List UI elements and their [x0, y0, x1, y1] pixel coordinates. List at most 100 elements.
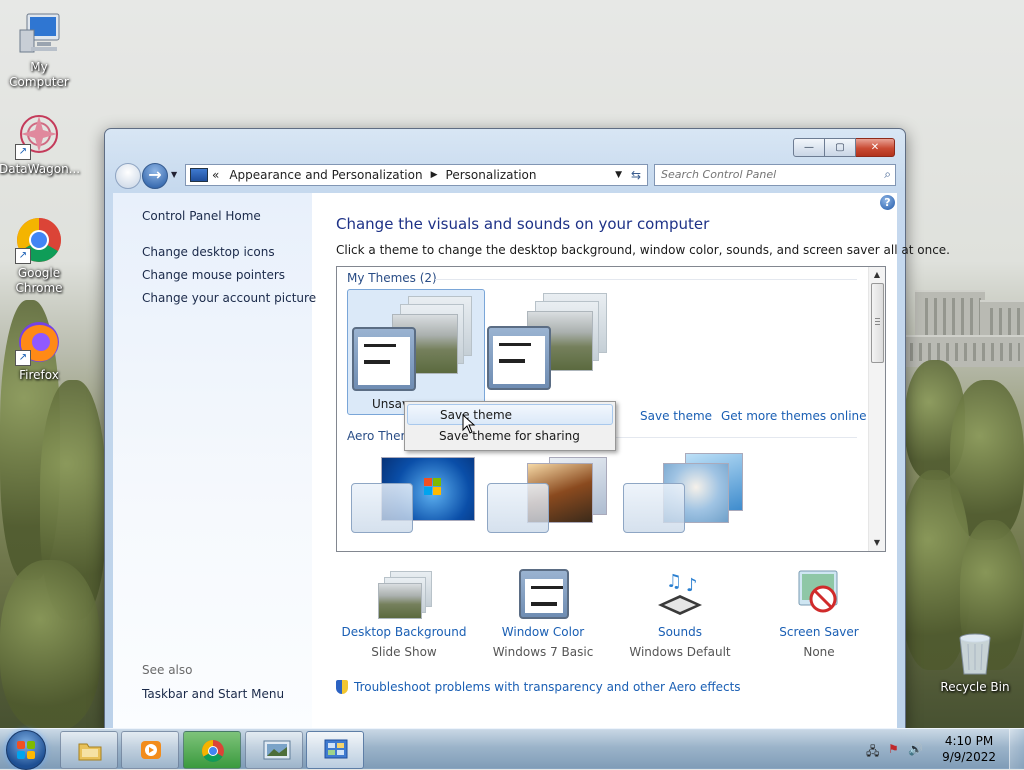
desktop-icon-datawagon[interactable]: ↗ DataWagon...	[0, 112, 80, 177]
scrollbar-thumb[interactable]	[871, 283, 884, 363]
aero-theme-characters[interactable]	[619, 449, 755, 551]
volume-icon[interactable]: 🔊	[908, 742, 923, 756]
window-color-item[interactable]: Window Color Windows 7 Basic	[473, 569, 613, 659]
theme-context-menu: Save theme Save theme for sharing	[404, 401, 616, 451]
maximize-button[interactable]: ▢	[825, 138, 856, 157]
search-input[interactable]	[655, 165, 872, 183]
media-player-icon	[139, 739, 163, 761]
computer-icon	[15, 10, 63, 58]
forward-button[interactable]: →	[142, 163, 168, 189]
recent-pages-dropdown[interactable]: ▼	[171, 170, 177, 179]
main-pane: ? Change the visuals and sounds on your …	[312, 193, 950, 729]
theme-window-preview	[351, 483, 413, 533]
clock[interactable]: 4:10 PM 9/9/2022	[942, 733, 996, 765]
my-theme-tile-2[interactable]	[483, 289, 619, 413]
unsaved-theme-tile[interactable]: Unsav	[347, 289, 485, 415]
page-title: Change the visuals and sounds on your co…	[336, 215, 710, 233]
shortcut-arrow-icon: ↗	[15, 248, 31, 264]
window-color-link[interactable]: Window Color	[473, 625, 613, 639]
desktop-background-value: Slide Show	[371, 645, 437, 659]
control-panel-icon	[324, 739, 348, 761]
show-desktop-button[interactable]	[1009, 729, 1024, 769]
taskbar-chrome-button[interactable]	[183, 731, 241, 769]
desktop-background-link[interactable]: Desktop Background	[334, 625, 474, 639]
menu-item-save-theme-for-sharing[interactable]: Save theme for sharing	[407, 426, 613, 446]
sounds-link[interactable]: Sounds	[610, 625, 750, 639]
help-icon: ?	[884, 196, 891, 209]
sounds-item[interactable]: ♫ ♪ Sounds Windows Default	[610, 569, 750, 659]
taskbar-photo-viewer-button[interactable]	[245, 731, 303, 769]
left-task-pane: Control Panel Home Change desktop icons …	[113, 193, 316, 729]
aero-theme-architecture[interactable]	[483, 449, 619, 551]
theme-list-scrollbar[interactable]: ▲ ▼	[868, 267, 885, 551]
change-desktop-icons-link[interactable]: Change desktop icons	[142, 245, 275, 259]
chrome-icon	[201, 739, 225, 762]
window-content: Control Panel Home Change desktop icons …	[113, 193, 950, 729]
action-center-flag-icon[interactable]: ⚑	[888, 742, 899, 756]
taskbar-control-panel-button[interactable]	[306, 731, 364, 769]
desktop-icon-firefox[interactable]: ↗ Firefox	[0, 318, 79, 383]
window-controls: — ▢ ✕	[793, 138, 895, 157]
save-theme-link[interactable]: Save theme	[640, 409, 712, 423]
start-button[interactable]	[6, 730, 46, 770]
desktop-icon-chrome[interactable]: ↗ Google Chrome	[0, 216, 79, 296]
folder-icon	[78, 739, 102, 761]
screen-saver-item[interactable]: Screen Saver None	[749, 569, 889, 659]
theme-window-preview	[352, 327, 416, 391]
breadcrumb-appearance[interactable]: Appearance and Personalization	[229, 168, 422, 182]
screen-saver-link[interactable]: Screen Saver	[749, 625, 889, 639]
scroll-down-arrow-icon[interactable]: ▼	[869, 535, 885, 551]
chrome-icon: ↗	[15, 216, 63, 264]
desktop-icon-my-computer[interactable]: My Computer	[0, 10, 79, 90]
svg-text:♫: ♫	[666, 571, 682, 592]
troubleshoot-link-text[interactable]: Troubleshoot problems with transparency …	[354, 680, 741, 694]
close-button[interactable]: ✕	[856, 138, 895, 157]
recycle-bin-icon	[951, 630, 999, 678]
help-button[interactable]: ?	[880, 195, 895, 210]
minimize-button[interactable]: —	[793, 138, 825, 157]
sounds-icon: ♫ ♪	[652, 569, 708, 619]
aero-theme-windows7[interactable]	[347, 449, 483, 551]
change-account-picture-link[interactable]: Change your account picture	[142, 291, 316, 305]
screen-saver-icon	[791, 569, 847, 619]
clock-date: 9/9/2022	[942, 750, 996, 764]
mouse-cursor-icon	[462, 413, 476, 437]
taskbar-media-player-button[interactable]	[121, 731, 179, 769]
taskbar: 🖧 ⚑ 🔊 4:10 PM 9/9/2022	[0, 728, 1024, 770]
window-color-value: Windows 7 Basic	[492, 645, 594, 659]
close-icon: ✕	[870, 142, 880, 153]
breadcrumb-separator-icon[interactable]: ▶	[431, 170, 438, 180]
datawagon-icon: ↗	[15, 112, 63, 160]
desktop-background-item[interactable]: Desktop Background Slide Show	[334, 569, 474, 659]
maximize-icon: ▢	[835, 142, 845, 153]
breadcrumb-overflow[interactable]: «	[212, 168, 219, 182]
get-more-themes-link[interactable]: Get more themes online	[721, 409, 867, 423]
search-icon[interactable]: ⌕	[884, 167, 891, 182]
breadcrumb-personalization[interactable]: Personalization	[446, 168, 537, 182]
scroll-up-arrow-icon[interactable]: ▲	[869, 267, 885, 283]
desktop-icon-recycle-bin[interactable]: Recycle Bin	[935, 630, 1015, 695]
refresh-icon: ⇆	[630, 168, 642, 182]
shortcut-arrow-icon: ↗	[15, 350, 31, 366]
theme-components: Desktop Background Slide Show Window Col…	[312, 563, 897, 663]
address-bar[interactable]: « Appearance and Personalization ▶ Perso…	[185, 164, 627, 186]
taskbar-explorer-button[interactable]	[60, 731, 118, 769]
notification-area: 🖧 ⚑ 🔊 4:10 PM 9/9/2022	[854, 729, 1024, 769]
navigation-bar: → ▼ « Appearance and Personalization ▶ P…	[113, 161, 897, 191]
clock-time: 4:10 PM	[944, 734, 994, 748]
desktop-background-icon	[376, 569, 432, 619]
refresh-button[interactable]: ⇆	[625, 164, 648, 186]
menu-item-save-theme[interactable]: Save theme	[407, 404, 613, 425]
back-button[interactable]	[115, 163, 141, 189]
window-color-icon	[515, 569, 571, 619]
network-icon[interactable]: 🖧	[866, 742, 879, 763]
taskbar-start-menu-link[interactable]: Taskbar and Start Menu	[142, 687, 284, 701]
search-box: ⌕	[654, 164, 896, 186]
arrow-right-icon: →	[148, 165, 162, 184]
theme-window-preview	[487, 326, 551, 390]
change-mouse-pointers-link[interactable]: Change mouse pointers	[142, 268, 285, 282]
address-dropdown-icon[interactable]: ▼	[615, 170, 622, 180]
control-panel-home-link[interactable]: Control Panel Home	[142, 209, 261, 223]
troubleshoot-link[interactable]: Troubleshoot problems with transparency …	[336, 680, 741, 694]
svg-text:♪: ♪	[686, 575, 698, 596]
